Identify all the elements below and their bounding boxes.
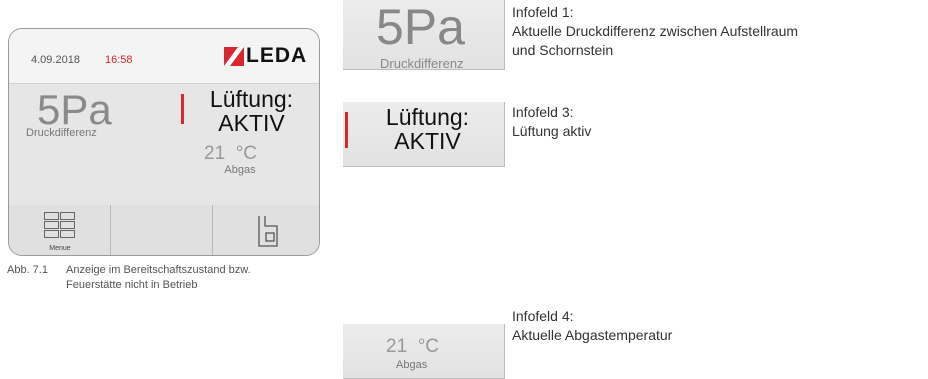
info-area: 5Pa Druckdifferenz Lüftung: AKTIV 21 °C … (9, 83, 319, 206)
infofield-3-line-1: Lüftung: (385, 104, 470, 130)
infofield-1-desc-1: Aktuelle Druckdifferenz zwischen Aufstel… (512, 23, 799, 39)
ventilation-indicator-bar (181, 94, 184, 124)
infofield-4-preview: 21 °C Abgas (343, 324, 505, 379)
menu-button[interactable]: Menue (9, 205, 111, 255)
infofield-4-label: Abgas (396, 359, 428, 371)
date-display: 4.09.2018 (31, 54, 80, 66)
infofield-1-desc-2: und Schornstein (512, 42, 614, 58)
button-bar: Menue (9, 205, 319, 255)
infofield-3-preview: Lüftung: AKTIV (343, 102, 505, 167)
device-display: 4.09.2018 16:58 LEDA 5Pa Druckdifferenz … (8, 28, 320, 256)
figure-number: Abb. 7.1 (7, 264, 48, 276)
exhaust-temperature: 21 °C (204, 143, 258, 164)
caption-line-1: Anzeige im Bereitschaftszustand bzw. (66, 264, 251, 276)
menu-label: Menue (49, 245, 71, 252)
infofield-1-title: Infofeld 1: (512, 4, 574, 20)
chimney-button[interactable] (213, 205, 319, 255)
ventilation-state: AKTIV (218, 110, 285, 136)
infofield-4-title: Infofeld 4: (512, 308, 574, 324)
status-header: 4.09.2018 16:58 LEDA (9, 29, 319, 83)
ventilation-label: Lüftung: (209, 86, 294, 112)
infofield-3-desc-1: Lüftung aktiv (512, 123, 592, 139)
caption-line-2: Feuerstätte nicht in Betrieb (66, 279, 198, 291)
time-display: 16:58 (105, 54, 133, 66)
infofield-1-value: 5Pa (376, 0, 465, 55)
infofield-3-line-2: AKTIV (394, 128, 461, 154)
infofield-3-title: Infofeld 3: (512, 104, 574, 120)
middle-button[interactable] (111, 205, 213, 255)
infofield-1-label: Druckdifferenz (380, 56, 464, 70)
menu-grid-icon (44, 212, 75, 238)
pressure-label: Druckdifferenz (26, 127, 97, 139)
stove-chimney-icon (258, 216, 278, 247)
infofield-4-desc-1: Aktuelle Abgastemperatur (512, 327, 673, 343)
ventilation-status: Lüftung: AKTIV (189, 87, 314, 135)
leda-logo-icon (224, 47, 244, 66)
infofield-1-preview: 5Pa Druckdifferenz (343, 0, 505, 70)
infofield-3-indicator-bar (345, 112, 348, 148)
exhaust-label: Abgas (224, 164, 256, 176)
infofield-4-value: 21 °C (386, 336, 440, 357)
infofield-3-status: Lüftung: AKTIV (355, 105, 500, 153)
logo-text: LEDA (246, 44, 308, 67)
